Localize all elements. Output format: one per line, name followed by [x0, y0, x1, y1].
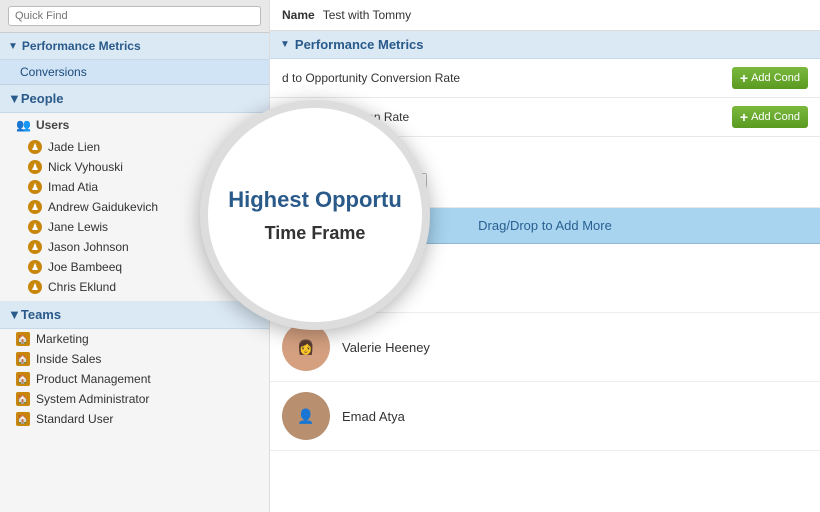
team-name: Marketing	[36, 332, 89, 346]
users-text: Users	[36, 118, 69, 132]
performance-metrics-header[interactable]: ▼ Performance Metrics	[0, 33, 269, 60]
name-label: Name	[282, 8, 315, 22]
magnifier-subtitle: Time Frame	[228, 223, 402, 244]
metric-row-1: d to Opportunity Conversion Rate Add Con…	[270, 59, 820, 98]
magnifier-title: Highest Opportu	[228, 187, 402, 213]
add-cond-button-2[interactable]: Add Cond	[732, 106, 808, 128]
list-item[interactable]: Product Management	[0, 369, 269, 389]
user-icon	[28, 240, 42, 254]
magnifier-overlay: Highest Opportu Time Frame	[200, 100, 430, 330]
team-icon	[16, 392, 30, 406]
team-icon	[16, 352, 30, 366]
magnifier-content: Highest Opportu Time Frame	[218, 177, 412, 254]
person-name-emad: Emad Atya	[342, 409, 405, 424]
user-icon	[28, 260, 42, 274]
user-name: Nick Vyhouski	[48, 160, 123, 174]
team-name: System Administrator	[36, 392, 149, 406]
name-value: Test with Tommy	[323, 8, 411, 22]
team-name: Inside Sales	[36, 352, 101, 366]
people-label: People	[21, 91, 64, 106]
list-item[interactable]: Standard User	[0, 409, 269, 429]
team-name: Standard User	[36, 412, 113, 426]
avatar-valerie: 👩	[282, 323, 330, 371]
users-label: 👥 Users	[0, 113, 269, 137]
performance-metrics-label: Performance Metrics	[22, 39, 141, 53]
user-name: Joe Bambeeq	[48, 260, 122, 274]
main-perf-metrics-header[interactable]: ▼ Performance Metrics	[270, 31, 820, 59]
teams-header[interactable]: ▼ Teams	[0, 301, 269, 329]
users-icon: 👥	[16, 118, 31, 132]
performance-metrics-arrow: ▼	[8, 41, 18, 52]
list-item[interactable]: Inside Sales	[0, 349, 269, 369]
user-name: Jason Johnson	[48, 240, 129, 254]
team-icon	[16, 372, 30, 386]
person-name-valerie: Valerie Heeney	[342, 340, 430, 355]
quick-find-input[interactable]	[8, 6, 261, 26]
user-icon	[28, 180, 42, 194]
user-name: Imad Atia	[48, 180, 98, 194]
person-row-emad: 👤 Emad Atya	[270, 382, 820, 451]
user-name: Chris Eklund	[48, 280, 116, 294]
teams-section: ▼ Teams Marketing Inside Sales Product M…	[0, 301, 269, 429]
avatar-emad: 👤	[282, 392, 330, 440]
user-icon	[28, 280, 42, 294]
quick-find-bar	[0, 0, 269, 33]
main-perf-arrow: ▼	[280, 39, 290, 50]
team-icon	[16, 332, 30, 346]
user-name: Jade Lien	[48, 140, 100, 154]
performance-metrics-section: ▼ Performance Metrics Conversions	[0, 33, 269, 85]
team-icon	[16, 412, 30, 426]
name-row: Name Test with Tommy	[270, 0, 820, 31]
user-name: Jane Lewis	[48, 220, 108, 234]
team-name: Product Management	[36, 372, 151, 386]
people-header[interactable]: ▼ People	[0, 85, 269, 113]
list-item[interactable]: Marketing	[0, 329, 269, 349]
people-arrow: ▼	[8, 91, 21, 106]
user-icon	[28, 200, 42, 214]
team-list: Marketing Inside Sales Product Managemen…	[0, 329, 269, 429]
user-name: Andrew Gaidukevich	[48, 200, 158, 214]
main-perf-label: Performance Metrics	[295, 37, 424, 52]
conversions-item[interactable]: Conversions	[0, 60, 269, 85]
add-cond-button-1[interactable]: Add Cond	[732, 67, 808, 89]
user-icon	[28, 140, 42, 154]
metric-label-1: d to Opportunity Conversion Rate	[282, 71, 732, 85]
list-item[interactable]: System Administrator	[0, 389, 269, 409]
teams-label: Teams	[21, 307, 61, 322]
user-icon	[28, 220, 42, 234]
user-icon	[28, 160, 42, 174]
teams-arrow: ▼	[8, 307, 21, 322]
